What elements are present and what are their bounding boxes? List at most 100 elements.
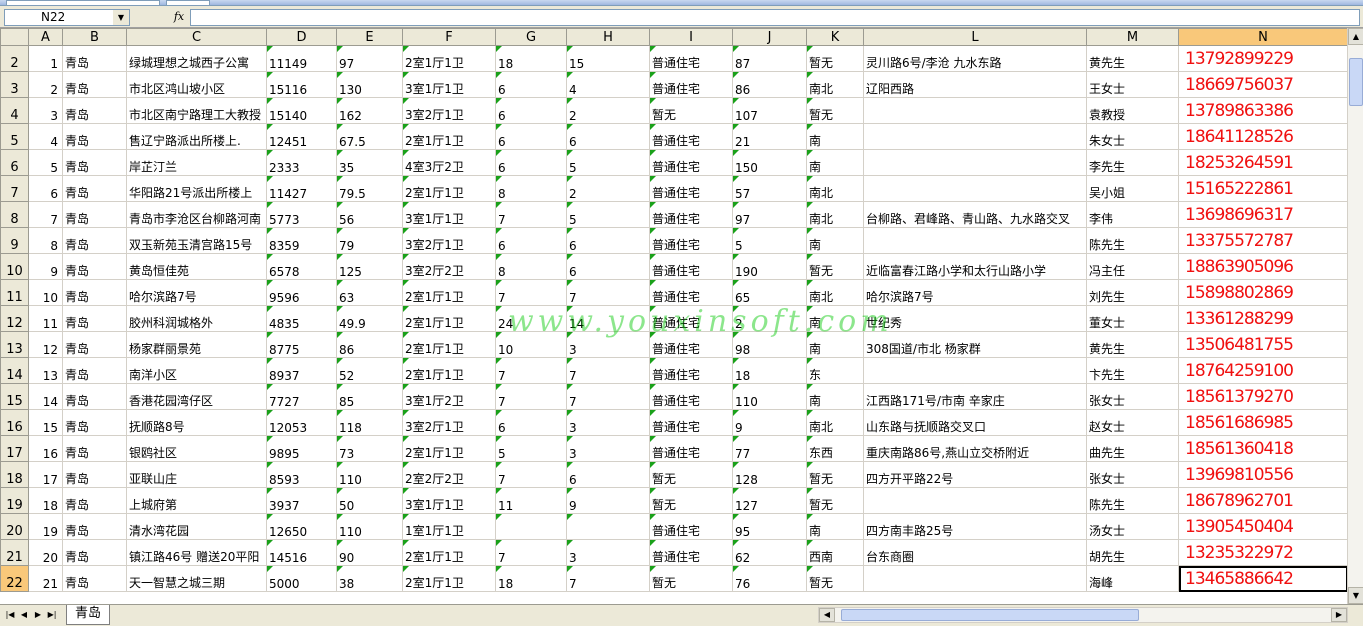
cell-c[interactable]: 黄岛恒佳苑: [126, 253, 267, 280]
cell-l[interactable]: [863, 97, 1087, 124]
cell-a[interactable]: 20: [28, 539, 63, 566]
cell-n[interactable]: 18863905096: [1178, 253, 1347, 280]
cell-e[interactable]: 118: [336, 409, 403, 436]
scroll-up-icon[interactable]: ▲: [1348, 28, 1363, 45]
cell-j[interactable]: 76: [732, 565, 807, 592]
cell-l[interactable]: 台东商圈: [863, 539, 1087, 566]
cell-f[interactable]: 3室1厅1卫: [402, 487, 496, 514]
cell-n[interactable]: 13375572787: [1178, 227, 1347, 254]
cell-m[interactable]: 董女士: [1086, 305, 1179, 332]
cell-c[interactable]: 绿城理想之城西子公寓: [126, 45, 267, 72]
cell-f[interactable]: 2室1厅1卫: [402, 45, 496, 72]
cell-b[interactable]: 青岛: [62, 539, 127, 566]
cell-g[interactable]: 7: [495, 383, 567, 410]
scroll-right-icon[interactable]: ▶: [1331, 608, 1347, 622]
cell-g[interactable]: 18: [495, 565, 567, 592]
cell-c[interactable]: 亚联山庄: [126, 461, 267, 488]
cell-c[interactable]: 上城府第: [126, 487, 267, 514]
cell-b[interactable]: 青岛: [62, 227, 127, 254]
sheet-tab[interactable]: 青岛: [66, 605, 110, 625]
cell-k[interactable]: 暂无: [806, 97, 864, 124]
cell-h[interactable]: [566, 513, 650, 540]
cell-k[interactable]: 暂无: [806, 565, 864, 592]
column-header-j[interactable]: J: [732, 28, 807, 46]
cell-c[interactable]: 南洋小区: [126, 357, 267, 384]
cell-f[interactable]: 2室1厅1卫: [402, 123, 496, 150]
cell-c[interactable]: 售辽宁路派出所楼上.: [126, 123, 267, 150]
cell-a[interactable]: 1: [28, 45, 63, 72]
cell-h[interactable]: 14: [566, 305, 650, 332]
cell-l[interactable]: [863, 487, 1087, 514]
cell-b[interactable]: 青岛: [62, 253, 127, 280]
cell-l[interactable]: 重庆南路86号,燕山立交桥附近: [863, 435, 1087, 462]
row-header[interactable]: 20: [0, 513, 29, 540]
cell-c[interactable]: 胶州科润城格外: [126, 305, 267, 332]
cell-b[interactable]: 青岛: [62, 45, 127, 72]
cell-j[interactable]: 62: [732, 539, 807, 566]
cell-k[interactable]: 暂无: [806, 253, 864, 280]
row-header[interactable]: 14: [0, 357, 29, 384]
cell-e[interactable]: 73: [336, 435, 403, 462]
cell-c[interactable]: 市北区南宁路理工大教授: [126, 97, 267, 124]
cell-c[interactable]: 哈尔滨路7号: [126, 279, 267, 306]
row-header[interactable]: 3: [0, 71, 29, 98]
cell-c[interactable]: 市北区鸿山坡小区: [126, 71, 267, 98]
cell-c[interactable]: 香港花园湾仔区: [126, 383, 267, 410]
cell-h[interactable]: 4: [566, 71, 650, 98]
column-header-h[interactable]: H: [566, 28, 650, 46]
cell-b[interactable]: 青岛: [62, 331, 127, 358]
cell-m[interactable]: 汤女士: [1086, 513, 1179, 540]
cell-k[interactable]: 暂无: [806, 45, 864, 72]
column-header-e[interactable]: E: [336, 28, 403, 46]
cell-f[interactable]: 3室1厅2卫: [402, 383, 496, 410]
cell-g[interactable]: 6: [495, 227, 567, 254]
row-header[interactable]: 4: [0, 97, 29, 124]
cell-d[interactable]: 14516: [266, 539, 337, 566]
cell-g[interactable]: 7: [495, 539, 567, 566]
cell-i[interactable]: 普通住宅: [649, 513, 733, 540]
scroll-down-icon[interactable]: ▼: [1348, 587, 1363, 604]
cell-f[interactable]: 3室1厅1卫: [402, 201, 496, 228]
cell-e[interactable]: 49.9: [336, 305, 403, 332]
cell-d[interactable]: 8775: [266, 331, 337, 358]
cell-n[interactable]: 18561379270: [1178, 383, 1347, 410]
cell-n[interactable]: 18253264591: [1178, 149, 1347, 176]
cell-m[interactable]: 海峰: [1086, 565, 1179, 592]
cell-m[interactable]: 陈先生: [1086, 487, 1179, 514]
cell-m[interactable]: 李伟: [1086, 201, 1179, 228]
cell-d[interactable]: 7727: [266, 383, 337, 410]
cell-i[interactable]: 暂无: [649, 97, 733, 124]
cell-h[interactable]: 9: [566, 487, 650, 514]
cell-i[interactable]: 普通住宅: [649, 357, 733, 384]
cell-d[interactable]: 2333: [266, 149, 337, 176]
cell-n[interactable]: 13969810556: [1178, 461, 1347, 488]
row-header[interactable]: 17: [0, 435, 29, 462]
cell-m[interactable]: 朱女士: [1086, 123, 1179, 150]
cell-h[interactable]: 7: [566, 383, 650, 410]
cell-h[interactable]: 15: [566, 45, 650, 72]
cell-i[interactable]: 普通住宅: [649, 279, 733, 306]
column-header-i[interactable]: I: [649, 28, 733, 46]
cell-h[interactable]: 6: [566, 227, 650, 254]
cell-k[interactable]: 南: [806, 149, 864, 176]
cell-n[interactable]: 18764259100: [1178, 357, 1347, 384]
cell-a[interactable]: 12: [28, 331, 63, 358]
cell-l[interactable]: 世纪秀: [863, 305, 1087, 332]
cell-j[interactable]: 97: [732, 201, 807, 228]
cell-k[interactable]: 南北: [806, 175, 864, 202]
cell-d[interactable]: 9895: [266, 435, 337, 462]
cell-j[interactable]: 150: [732, 149, 807, 176]
cell-g[interactable]: 6: [495, 409, 567, 436]
cell-m[interactable]: 李先生: [1086, 149, 1179, 176]
column-header-l[interactable]: L: [863, 28, 1087, 46]
cell-n[interactable]: 13789863386: [1178, 97, 1347, 124]
cell-k[interactable]: 南北: [806, 409, 864, 436]
cell-i[interactable]: 普通住宅: [649, 409, 733, 436]
cell-e[interactable]: 86: [336, 331, 403, 358]
cell-a[interactable]: 6: [28, 175, 63, 202]
cell-e[interactable]: 56: [336, 201, 403, 228]
row-header[interactable]: 13: [0, 331, 29, 358]
cell-j[interactable]: 107: [732, 97, 807, 124]
cell-h[interactable]: 5: [566, 201, 650, 228]
cell-f[interactable]: 2室1厅1卫: [402, 565, 496, 592]
